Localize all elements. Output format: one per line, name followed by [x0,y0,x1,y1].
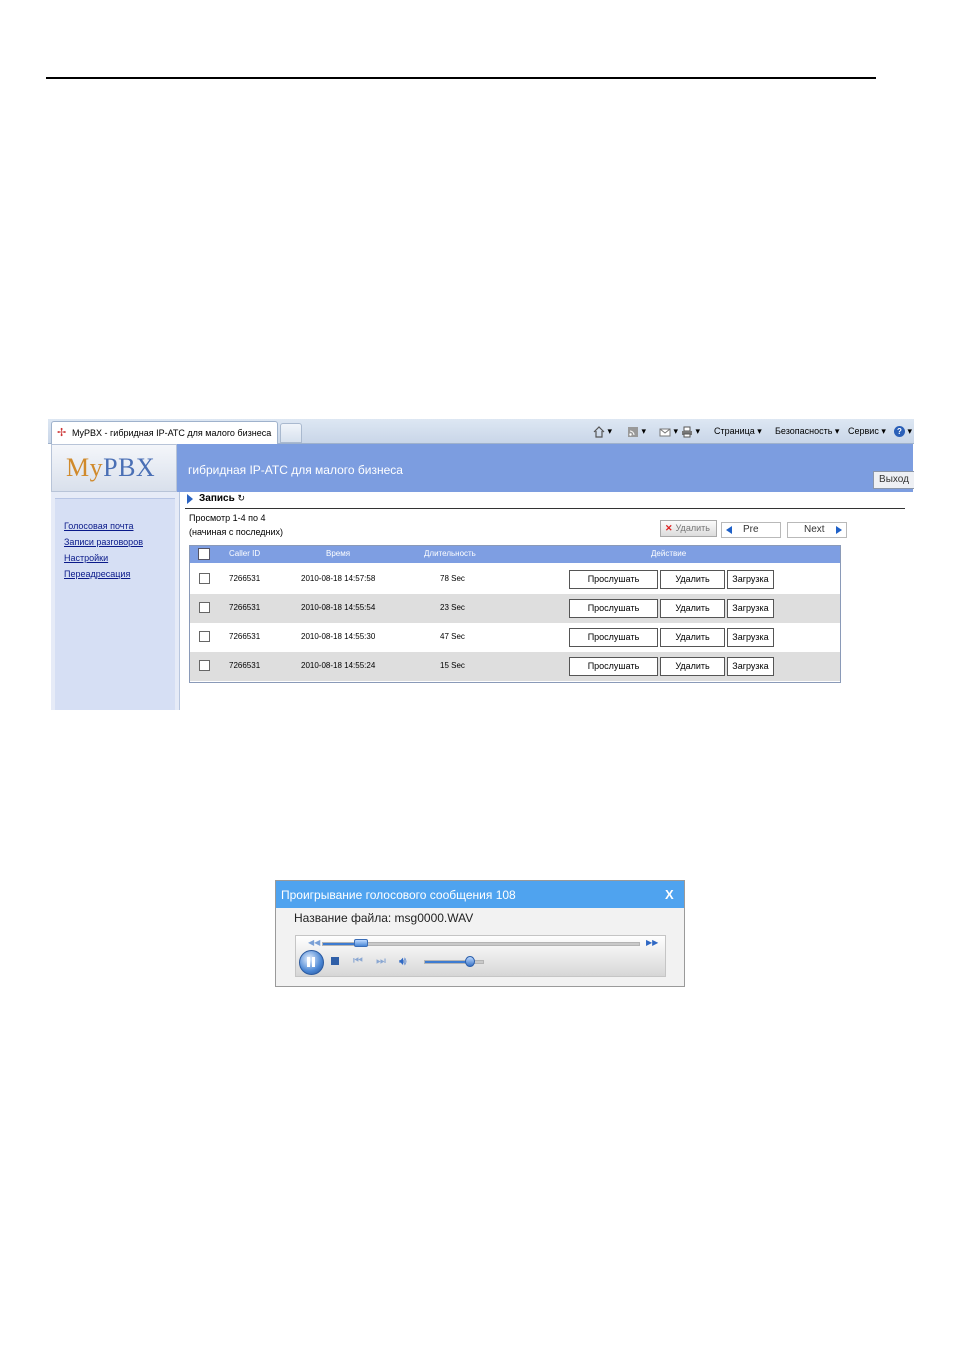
cell-duration: 15 Sec [440,661,465,670]
sidebar-item-recordings[interactable]: Записи разговоров [64,537,143,547]
row-checkbox[interactable] [199,602,210,613]
prev-page-button[interactable]: Pre [721,522,781,538]
dialog-title: Проигрывание голосового сообщения 108 [281,888,516,902]
cell-caller-id: 7266531 [229,574,261,583]
download-button[interactable]: Загрузка [727,628,774,647]
logout-button[interactable]: Выход [873,471,914,489]
mail-icon[interactable]: ▾ [659,423,678,439]
app-title: гибридная IP-АТС для малого бизнеса [188,463,403,477]
view-range: Просмотр 1-4 по 4 [189,513,266,523]
volume-thumb[interactable] [465,956,475,967]
volume-level [425,961,470,963]
play-button[interactable]: Прослушать [569,599,658,618]
cell-time: 2010-08-18 14:55:54 [301,603,376,612]
cell-caller-id: 7266531 [229,661,261,670]
refresh-icon[interactable]: ↻ [238,493,246,503]
view-order-note: (начиная с последних) [189,527,284,537]
download-button[interactable]: Загрузка [727,657,774,676]
pause-button[interactable] [299,950,324,975]
logo-box: MyPBX [51,444,177,492]
stop-icon[interactable] [331,957,339,965]
table-row: 7266531 2010-08-18 14:57:58 78 Sec Просл… [190,565,840,594]
app-logo: MyPBX [66,453,156,482]
col-header-duration: Длительность [424,549,476,558]
help-icon: ? [894,426,905,437]
cell-duration: 23 Sec [440,603,465,612]
browser-tab-title: MyPBX - гибридная IP-АТС для малого бизн… [72,428,272,438]
seek-thumb[interactable] [354,939,368,947]
row-checkbox[interactable] [199,573,210,584]
play-button[interactable]: Прослушать [569,570,658,589]
row-delete-button[interactable]: Удалить [660,570,725,589]
sidebar-item-forwarding[interactable]: Переадресация [64,569,130,579]
delete-selected-button[interactable]: ✕ Удалить [660,520,717,537]
table-row: 7266531 2010-08-18 14:55:30 47 Sec Просл… [190,623,840,652]
home-icon[interactable]: ▾ [593,423,612,439]
cell-caller-id: 7266531 [229,603,261,612]
download-button[interactable]: Загрузка [727,599,774,618]
row-delete-button[interactable]: Удалить [660,657,725,676]
table-row: 7266531 2010-08-18 14:55:24 15 Sec Просл… [190,652,840,681]
recordings-table: Caller ID Время Длительность Действие 72… [189,545,841,683]
play-button[interactable]: Прослушать [569,657,658,676]
print-icon[interactable]: ▾ [681,423,700,439]
col-header-time: Время [326,549,351,558]
section-title: Запись ↻ [199,493,246,504]
download-button[interactable]: Загрузка [727,570,774,589]
fast-forward-icon[interactable]: ▶▶ [646,938,658,947]
previous-track-icon[interactable]: ⏮ [353,955,363,968]
help-menu[interactable]: ? ▾ [894,423,912,439]
row-checkbox[interactable] [199,660,210,671]
arrow-left-icon [726,526,732,534]
section-divider [185,508,905,509]
row-delete-button[interactable]: Удалить [660,599,725,618]
file-name-label: Название файла: msg0000.WAV [294,911,474,925]
next-track-icon[interactable]: ⏭ [376,955,386,968]
volume-icon[interactable]: 🔊︎ [399,954,407,969]
table-header: Caller ID Время Длительность Действие [190,546,840,563]
browser-tab[interactable]: ✢ MyPBX - гибридная IP-АТС для малого би… [51,421,278,444]
table-row: 7266531 2010-08-18 14:55:54 23 Sec Просл… [190,594,840,623]
voicemail-player-dialog: Проигрывание голосового сообщения 108 X … [275,880,685,987]
browser-tab-bar: ✢ MyPBX - гибридная IP-АТС для малого би… [48,419,914,444]
page-top-rule [46,77,876,79]
app-header: MyPBX гибридная IP-АТС для малого бизнес… [51,444,914,492]
browser-window: ✢ MyPBX - гибридная IP-АТС для малого би… [48,419,914,710]
cell-time: 2010-08-18 14:55:24 [301,661,376,670]
safety-menu[interactable]: Безопасность ▾ [775,423,839,439]
cell-time: 2010-08-18 14:57:58 [301,574,376,583]
feeds-icon[interactable]: ▾ [627,423,646,439]
arrow-right-icon [836,526,842,534]
play-button[interactable]: Прослушать [569,628,658,647]
col-header-action: Действие [651,549,687,558]
sidebar-item-voicemail[interactable]: Голосовая почта [64,521,134,531]
new-tab-button[interactable] [280,423,302,443]
col-header-caller-id: Caller ID [229,549,261,558]
section-arrow-icon [187,494,193,504]
dialog-title-bar: Проигрывание голосового сообщения 108 X [276,881,684,908]
seek-bar[interactable] [322,942,640,946]
select-all-checkbox[interactable] [198,548,210,560]
mypbx-favicon-icon: ✢ [57,427,67,439]
page-menu[interactable]: Страница ▾ [714,423,762,439]
pause-icon [307,957,310,967]
next-page-button[interactable]: Next [787,522,847,538]
delete-x-icon: ✕ [665,523,673,533]
row-delete-button[interactable]: Удалить [660,628,725,647]
dialog-close-button[interactable]: X [665,887,674,902]
cell-time: 2010-08-18 14:55:30 [301,632,376,641]
row-checkbox[interactable] [199,631,210,642]
media-player: ◀◀ ▶▶ ⏮ ⏭ 🔊︎ [295,935,666,977]
pause-icon-bar [312,957,315,967]
cell-caller-id: 7266531 [229,632,261,641]
cell-duration: 47 Sec [440,632,465,641]
tools-menu[interactable]: Сервис ▾ [848,423,886,439]
cell-duration: 78 Sec [440,574,465,583]
sidebar-item-settings[interactable]: Настройки [64,553,108,563]
sidebar: Голосовая почта Записи разговоров Настро… [51,492,180,710]
rewind-icon[interactable]: ◀◀ [308,938,320,947]
